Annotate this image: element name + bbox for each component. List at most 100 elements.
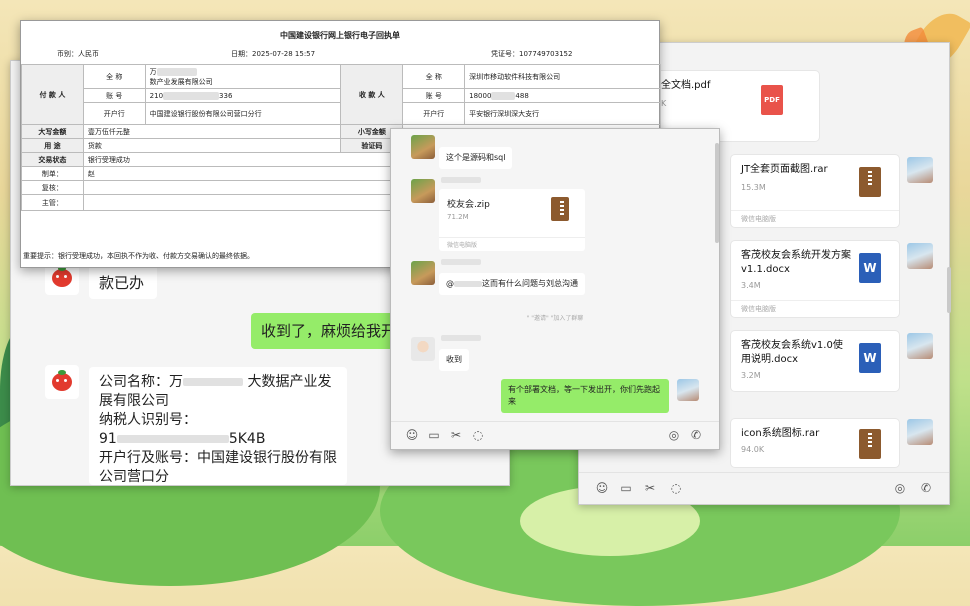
avatar[interactable] — [907, 157, 933, 183]
file-message-card[interactable]: icon系统图标.rar 94.0K — [731, 419, 899, 467]
payer-account: 210 336 — [144, 88, 342, 103]
purpose-label: 用 途 — [21, 138, 84, 153]
scrollbar[interactable] — [715, 143, 719, 243]
message-bubble-self[interactable]: 有个部署文档，等一下发出开，你们先跑起来 — [501, 379, 669, 413]
message-text: 这而有什么问题与刘总沟通 — [482, 279, 578, 288]
company-label: 公司名称： — [99, 374, 169, 390]
message-text: 款已办 — [99, 274, 145, 292]
redacted-text — [116, 435, 229, 443]
taxid-prefix: 91 — [99, 431, 117, 447]
nickname-redacted — [441, 259, 481, 265]
account-suffix: 336 — [219, 91, 233, 100]
payee-label: 收 款 人 — [340, 64, 404, 125]
word-file-icon: W — [859, 253, 881, 283]
bank-label: 开户行 — [402, 102, 466, 125]
taxid-label: 纳税人识别号： — [99, 412, 197, 428]
emoji-icon[interactable]: ☺ — [405, 428, 419, 442]
message-text: 收到了，麻烦给我开票 — [261, 322, 412, 340]
folder-icon[interactable]: ▭ — [619, 481, 633, 495]
receipt-note: 重要提示：银行受理成功，本回执不作为收、付款方交易确认的最终依据。 — [23, 252, 254, 260]
avatar[interactable] — [907, 419, 933, 445]
supervisor-label: 主管： — [21, 194, 84, 211]
account-prefix: 210 — [149, 91, 164, 100]
tomato-icon — [52, 266, 72, 287]
avatar[interactable] — [411, 179, 435, 203]
avatar[interactable] — [411, 135, 435, 159]
currency: 币别：人民币 — [57, 50, 99, 58]
payer-name-text: 数产业发展有限公司 — [149, 77, 213, 86]
message-bubble[interactable]: 公司名称：万 大数据产业发 展有限公司 纳税人识别号： 91 5K4B 开户行及账… — [89, 367, 347, 485]
message-bubble[interactable]: 款已办 — [89, 265, 157, 299]
account-suffix: 488 — [515, 91, 529, 100]
scissors-icon[interactable]: ✂ — [449, 428, 463, 442]
zip-file-icon — [551, 197, 569, 221]
message-text: 这个是源码和sql — [446, 153, 506, 162]
amount-upper-label: 大写金额 — [21, 124, 84, 139]
chat-toolbar: ☺ ▭ ✂ ◌ ◎ ✆ — [579, 472, 949, 504]
file-message-card[interactable]: 客茂校友会系统开发方案v1.1.docx 3.4M W 微信电脑版 — [731, 241, 899, 317]
company-name-part: 展有限公司 — [99, 393, 169, 409]
file-name: 校友会.zip — [447, 200, 490, 210]
file-message-card[interactable]: 校友会.zip 71.2M 微信电脑版 — [439, 189, 585, 251]
phone-icon[interactable]: ✆ — [689, 428, 703, 442]
chat-bubble-icon[interactable]: ◌ — [471, 428, 485, 442]
redacted-text — [183, 378, 243, 386]
redacted-text — [163, 91, 220, 100]
file-name: 客茂校友会系统v1.0使用说明.docx — [741, 340, 843, 365]
avatar[interactable] — [677, 379, 699, 401]
account-label: 账 号 — [402, 88, 466, 103]
avatar[interactable] — [411, 337, 435, 361]
status-label: 交易状态 — [21, 152, 84, 167]
account-prefix: 18000 — [469, 91, 492, 100]
video-call-icon[interactable]: ◎ — [893, 481, 907, 495]
avatar[interactable] — [907, 333, 933, 359]
redacted-text — [454, 280, 482, 287]
message-bubble[interactable]: 收到 — [439, 349, 469, 371]
scissors-icon[interactable]: ✂ — [643, 481, 657, 495]
full-name-label: 全 称 — [402, 64, 466, 89]
bank-text: 公司营口分 — [99, 469, 169, 485]
video-call-icon[interactable]: ◎ — [667, 428, 681, 442]
avatar[interactable] — [45, 365, 79, 399]
file-name: 客茂校友会系统开发方案v1.1.docx — [741, 250, 851, 275]
avatar[interactable] — [907, 243, 933, 269]
file-message-card[interactable]: 客茂校友会系统v1.0使用说明.docx 3.2M W — [731, 331, 899, 391]
system-notice: " "邀请" "加入了群聊 — [526, 315, 584, 322]
rar-file-icon — [859, 167, 881, 197]
scrollbar[interactable] — [947, 267, 951, 313]
file-message-card[interactable]: JT全套页面截图.rar 15.3M 微信电脑版 — [731, 155, 899, 227]
payee-account: 18000 488 — [464, 88, 661, 103]
message-bubble[interactable]: @ 这而有什么问题与刘总沟通 — [439, 273, 585, 295]
redacted-text — [156, 67, 197, 76]
file-source: 微信电脑版 — [731, 300, 899, 317]
payee-name: 深圳市移动软件科技有限公司 — [464, 64, 661, 89]
receipt-date: 日期：2025-07-28 15:57 — [231, 50, 316, 58]
full-name-label: 全 称 — [82, 64, 146, 89]
bank-text: 开户行及账号：中国建设银行股份有限 — [99, 450, 337, 466]
company-name-part: 大数据产业发 — [247, 374, 332, 390]
amount-upper: 壹万伍仟元整 — [82, 124, 342, 139]
tomato-icon — [52, 370, 72, 391]
emoji-icon[interactable]: ☺ — [595, 481, 609, 495]
rar-file-icon — [859, 429, 881, 459]
phone-icon[interactable]: ✆ — [919, 481, 933, 495]
payer-label: 付 款 人 — [21, 64, 84, 125]
receipt-title: 中国建设银行网上银行电子回执单 — [280, 31, 400, 40]
chat-bubble-icon[interactable]: ◌ — [669, 481, 683, 495]
bank-label: 开户行 — [82, 102, 146, 125]
nickname-redacted — [441, 335, 481, 341]
purpose: 货款 — [82, 138, 342, 153]
file-name: 全文档.pdf — [661, 80, 711, 91]
chat-toolbar: ☺ ▭ ✂ ◌ ◎ ✆ — [391, 421, 719, 449]
file-size: K — [661, 99, 667, 108]
folder-icon[interactable]: ▭ — [427, 428, 441, 442]
avatar[interactable] — [411, 261, 435, 285]
message-bubble[interactable]: 这个是源码和sql — [439, 147, 513, 169]
redacted-text — [491, 91, 516, 100]
message-text: 有个部署文档，等一下发出开，你们先跑起来 — [508, 385, 660, 406]
reviewer-label: 复核： — [21, 180, 84, 195]
file-source: 微信电脑版 — [439, 237, 585, 251]
maker-label: 制单： — [21, 166, 84, 181]
mention-prefix: @ — [446, 279, 454, 288]
receipt-meta: 币别：人民币 日期：2025-07-28 15:57 凭证号：107749703… — [21, 49, 659, 65]
